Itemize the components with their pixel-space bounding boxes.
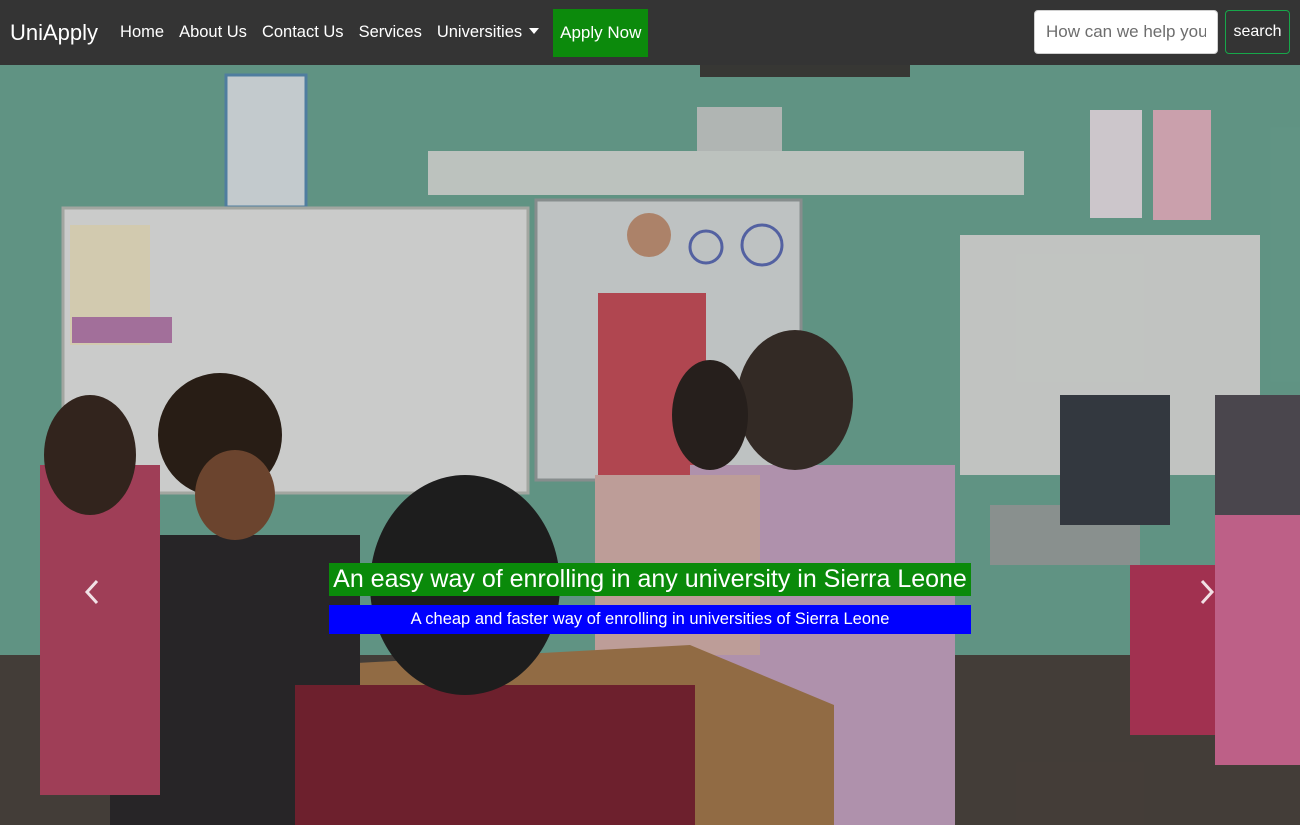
brand-logo[interactable]: UniApply xyxy=(10,20,98,46)
search-form: search xyxy=(1034,10,1290,54)
nav-links: Home About Us Contact Us Services Univer… xyxy=(120,8,649,57)
hero-title: An easy way of enrolling in any universi… xyxy=(329,563,971,596)
apply-now-button[interactable]: Apply Now xyxy=(553,8,649,57)
carousel-next-control[interactable] xyxy=(1197,578,1217,606)
nav-contact-us[interactable]: Contact Us xyxy=(262,23,344,42)
carousel-prev-control[interactable] xyxy=(82,578,102,606)
caret-down-icon xyxy=(529,28,540,34)
nav-services[interactable]: Services xyxy=(359,23,422,42)
chevron-right-icon xyxy=(1200,579,1215,605)
nav-home[interactable]: Home xyxy=(120,23,164,42)
nav-universities-label: Universities xyxy=(436,23,523,41)
hero-carousel: An easy way of enrolling in any universi… xyxy=(0,65,1300,825)
navbar: UniApply Home About Us Contact Us Servic… xyxy=(0,0,1300,65)
nav-universities-dropdown[interactable]: Universities xyxy=(436,23,540,42)
search-input[interactable] xyxy=(1034,10,1218,54)
search-button[interactable]: search xyxy=(1225,10,1290,54)
nav-about-us[interactable]: About Us xyxy=(179,23,247,42)
image-overlay xyxy=(0,65,1300,825)
hero-subtitle: A cheap and faster way of enrolling in u… xyxy=(329,605,971,634)
chevron-left-icon xyxy=(84,579,99,605)
